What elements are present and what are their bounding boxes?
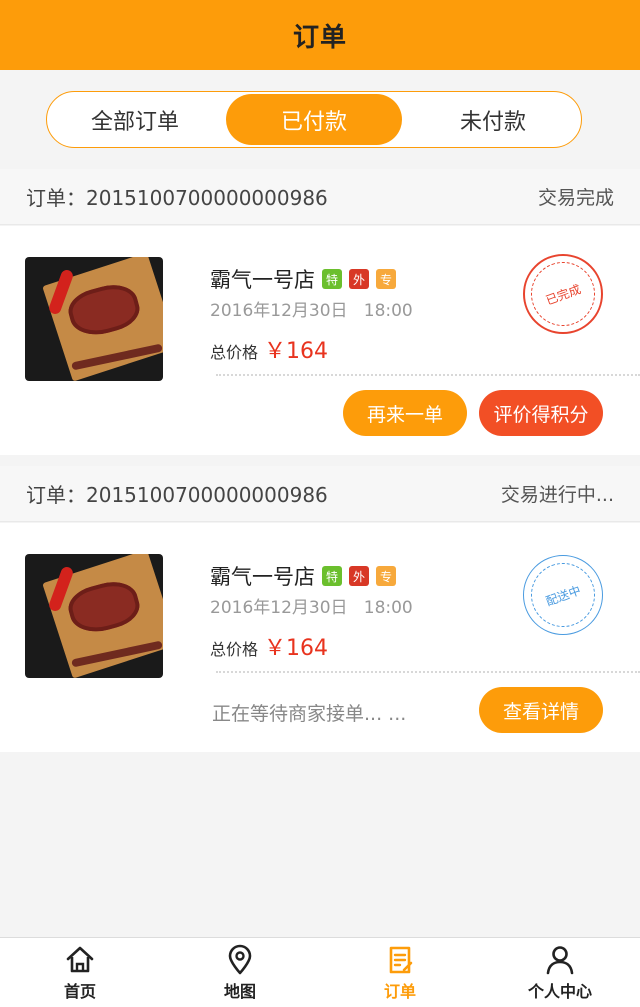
tabbar-label: 首页 [63,981,96,1001]
bottom-tab-bar: 首页 地图 订单 个人中心 [0,937,640,1007]
order-number: 订单：2015100700000000986 [26,182,328,211]
order-status: 交易进行中... [500,484,614,506]
order-header: 订单：2015100700000000986 交易进行中... [0,466,640,522]
user-icon [546,945,574,974]
order-header: 订单：2015100700000000986 交易完成 [0,169,640,225]
top-nav-bar: 订单 [0,0,640,70]
badge-takeout: 外 [349,566,369,586]
badge-exclusive: 专 [376,566,396,586]
tabbar-label: 地图 [223,981,256,1001]
price-row: 总价格 ￥164 [210,630,328,662]
badge-special: 特 [322,566,342,586]
tabbar-label: 订单 [383,981,416,1001]
order-number: 订单：2015100700000000986 [26,479,328,508]
shop-name: 霸气一号店 特 外 专 [210,264,396,294]
order-card[interactable]: 霸气一号店 特 外 专 2016年12月30日 18:00 总价格 ￥164 配… [0,523,640,752]
home-icon [66,946,94,972]
view-details-button[interactable]: 查看详情 [479,687,603,733]
order-number-label: 订单： [26,186,86,210]
order-datetime: 2016年12月30日 18:00 [210,593,413,618]
dotted-divider [216,671,640,673]
order-number-value: 2015100700000000986 [86,483,328,507]
price-row: 总价格 ￥164 [210,333,328,365]
dotted-divider [216,374,640,376]
tabbar-item-map[interactable]: 地图 [160,938,320,1007]
food-thumbnail [25,554,163,678]
order-card[interactable]: 霸气一号店 特 外 专 2016年12月30日 18:00 总价格 ￥164 已… [0,226,640,455]
review-for-points-button[interactable]: 评价得积分 [479,390,603,436]
page-title: 订单 [292,22,347,53]
price-value: ￥164 [264,636,329,661]
shop-name-text: 霸气一号店 [210,565,315,589]
order-date: 2016年12月30日 [210,598,348,618]
stamp-text: 已完成 [521,252,605,336]
order-time: 18:00 [363,301,413,321]
price-value: ￥164 [264,339,329,364]
reorder-button[interactable]: 再来一单 [343,390,467,436]
tab-all-orders[interactable]: 全部订单 [47,92,223,147]
order-time: 18:00 [363,598,413,618]
food-thumbnail [25,257,163,381]
order-number-value: 2015100700000000986 [86,186,328,210]
map-pin-icon [228,944,252,974]
delivering-stamp-icon: 配送中 [521,553,605,637]
tabbar-item-home[interactable]: 首页 [0,938,160,1007]
tabbar-item-profile[interactable]: 个人中心 [480,938,640,1007]
tabbar-item-orders[interactable]: 订单 [320,938,480,1007]
completed-stamp-icon: 已完成 [521,252,605,336]
price-label: 总价格 [210,343,259,362]
badge-takeout: 外 [349,269,369,289]
tabbar-label: 个人中心 [527,981,592,1001]
order-filter-segment: 全部订单 已付款 未付款 [46,91,582,148]
order-datetime: 2016年12月30日 18:00 [210,296,413,321]
tab-paid[interactable]: 已付款 [226,94,402,145]
order-number-label: 订单： [26,483,86,507]
stamp-text: 配送中 [521,553,605,637]
badge-special: 特 [322,269,342,289]
badge-exclusive: 专 [376,269,396,289]
order-date: 2016年12月30日 [210,301,348,321]
price-label: 总价格 [210,640,259,659]
waiting-status-text: 正在等待商家接单... ... [212,703,407,725]
shop-name-text: 霸气一号店 [210,268,315,292]
order-status: 交易完成 [537,187,614,209]
shop-name: 霸气一号店 特 外 专 [210,561,396,591]
order-doc-icon [389,946,413,973]
tab-unpaid[interactable]: 未付款 [405,92,581,147]
